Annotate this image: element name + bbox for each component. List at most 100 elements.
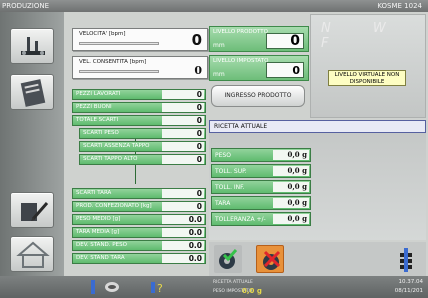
recipe-title: RICETTA ATTUALE xyxy=(209,120,426,133)
app-title: PRODUZIONE xyxy=(2,2,50,10)
counter-label: PROD. CONFEZIONATO [kg] xyxy=(76,203,152,209)
counter-label: SCARTI TAPPO ALTO xyxy=(83,156,138,162)
counter-value: 0.0 xyxy=(162,241,204,250)
speed-label: VELOCITA' [bpm] xyxy=(79,31,126,37)
recipe-row: TOLLERANZA +/- 0,0 g xyxy=(211,212,311,226)
recipe-value: 0,0 g xyxy=(273,182,309,192)
clock-time: 10.37.04 xyxy=(398,279,424,285)
recipe-label: TOLL. INF. xyxy=(215,184,245,191)
counter-row: PEZZI BUONI 0 xyxy=(72,102,206,113)
report-document-icon xyxy=(20,79,46,107)
help-status-icon[interactable]: ? xyxy=(150,279,166,295)
recipe-row: TOLL. SUP. 0,0 g xyxy=(211,164,311,178)
recipe-label: TARA xyxy=(215,200,231,207)
counter-value: 0.0 xyxy=(162,228,204,237)
counter-row: PEZZI LAVORATI 0 xyxy=(72,89,206,100)
counter-value: 0.0 xyxy=(162,215,204,224)
counter-label: TARA MEDIA [g] xyxy=(76,229,120,235)
allowed-speed-bar xyxy=(79,70,159,73)
recipe-row: PESO 0,0 g xyxy=(211,148,311,162)
counter-row: SCARTI TARA 0 xyxy=(72,188,206,199)
bottle-tool-button[interactable] xyxy=(392,245,420,273)
counter-value: 0 xyxy=(162,116,204,125)
product-level-unit: mm xyxy=(213,42,225,49)
confirm-tool-button[interactable] xyxy=(214,245,242,273)
bottle-status-icon xyxy=(91,280,95,294)
counter-value: 0.0 xyxy=(162,254,204,263)
counter-value: 0 xyxy=(162,129,204,138)
home-icon xyxy=(16,241,50,268)
svg-text:?: ? xyxy=(157,282,163,295)
recipe-row: TARA 0,0 g xyxy=(211,196,311,210)
counter-label: SCARTI TARA xyxy=(76,190,112,196)
recipe-value: 0,0 g xyxy=(273,166,309,176)
bottle-icon xyxy=(400,248,412,272)
set-level-value: 0 xyxy=(266,62,304,78)
counter-row: DEV. STAND. PESO 0.0 xyxy=(72,240,206,251)
allowed-speed-label: VEL. CONSENTITA [bpm] xyxy=(79,59,147,65)
speed-value: 0 xyxy=(191,31,202,49)
set-level-box: LIVELLO IMPOSTATO mm 0 xyxy=(209,55,309,81)
recipe-label: PESO xyxy=(215,152,231,159)
edit-button[interactable] xyxy=(10,192,54,228)
recipe-row: TOLL. INF. 0,0 g xyxy=(211,180,311,194)
counter-label: TOTALE SCARTI xyxy=(76,117,119,123)
nwf-panel: N W F xyxy=(310,14,426,118)
allowed-speed-box: VEL. CONSENTITA [bpm] 0 xyxy=(72,56,208,79)
conveyor-tool-icon xyxy=(21,37,45,55)
counter-row: DEV. STAND TARA 0.0 xyxy=(72,253,206,264)
counter-row: TOTALE SCARTI 0 xyxy=(72,115,206,126)
recipe-value: 0,0 g xyxy=(273,214,309,224)
left-sidebar xyxy=(0,12,64,276)
counter-label: SCARTI ASSENZA TAPPO xyxy=(83,143,150,149)
counter-label: SCARTI PESO xyxy=(83,130,119,136)
counter-value: 0 xyxy=(162,103,204,112)
clock-date: 08/11/201 xyxy=(394,288,423,294)
recipe-label: TOLLERANZA +/- xyxy=(215,216,266,223)
counter-value: 0 xyxy=(162,90,204,99)
counter-label: DEV. STAND TARA xyxy=(76,255,125,261)
recipe-value: 0,0 g xyxy=(273,150,309,160)
recipe-label: TOLL. SUP. xyxy=(215,168,247,175)
counter-label: PEZZI LAVORATI xyxy=(76,91,121,97)
counter-value: 0 xyxy=(162,155,204,164)
gear-cross-icon xyxy=(263,250,281,270)
counter-row: SCARTI ASSENZA TAPPO 0 xyxy=(79,141,206,152)
gear-check-icon xyxy=(219,249,238,269)
report-button[interactable] xyxy=(10,74,54,110)
counter-row: PROD. CONFEZIONATO [kg] 0 xyxy=(72,201,206,212)
counter-row: SCARTI TAPPO ALTO 0 xyxy=(79,154,206,165)
allowed-speed-value: 0 xyxy=(194,64,202,77)
cancel-tool-button[interactable] xyxy=(256,245,284,273)
counter-value: 0 xyxy=(162,142,204,151)
counter-value: 0 xyxy=(162,189,204,198)
recipe-value: 0,0 g xyxy=(273,198,309,208)
cap-status-icon xyxy=(105,282,119,292)
title-bar: PRODUZIONE KOSME 1024 xyxy=(0,0,428,12)
machine-tool-button[interactable] xyxy=(10,28,54,64)
counter-value: 0 xyxy=(162,202,204,211)
status-bar: ? RICETTA ATTUALE PESO IMPOSTATO 0,0 g 1… xyxy=(0,276,428,298)
product-level-box: LIVELLO PRODOTTO mm 0 xyxy=(209,26,309,52)
main-panel: VELOCITA' [bpm] 0 VEL. CONSENTITA [bpm] … xyxy=(64,12,428,276)
device-name: KOSME 1024 xyxy=(377,2,422,10)
nwf-letters: N W F xyxy=(321,21,405,51)
virtual-level-note: LIVELLO VIRTUALE NON DISPONIBILE xyxy=(328,70,406,86)
counter-label: PEZZI BUONI xyxy=(76,104,112,110)
product-level-value: 0 xyxy=(266,33,304,49)
production-screen: PRODUZIONE KOSME 1024 VELOCITA' [bpm] 0 … xyxy=(0,0,428,298)
set-level-label: LIVELLO IMPOSTATO xyxy=(213,58,269,64)
pen-edit-icon xyxy=(21,202,49,221)
status-recipe-label: RICETTA ATTUALE xyxy=(213,280,253,285)
counter-row: PESO MEDIO [g] 0.0 xyxy=(72,214,206,225)
product-inlet-button[interactable]: INGRESSO PRODOTTO xyxy=(211,85,305,107)
counter-label: DEV. STAND. PESO xyxy=(76,242,127,248)
status-weight-value: 0,0 g xyxy=(242,287,262,295)
set-level-unit: mm xyxy=(213,71,225,78)
counter-row: TARA MEDIA [g] 0.0 xyxy=(72,227,206,238)
speed-box: VELOCITA' [bpm] 0 xyxy=(72,28,208,51)
speed-bar xyxy=(79,42,159,45)
home-button[interactable] xyxy=(10,236,54,272)
counter-label: PESO MEDIO [g] xyxy=(76,216,121,222)
counter-row: SCARTI PESO 0 xyxy=(79,128,206,139)
